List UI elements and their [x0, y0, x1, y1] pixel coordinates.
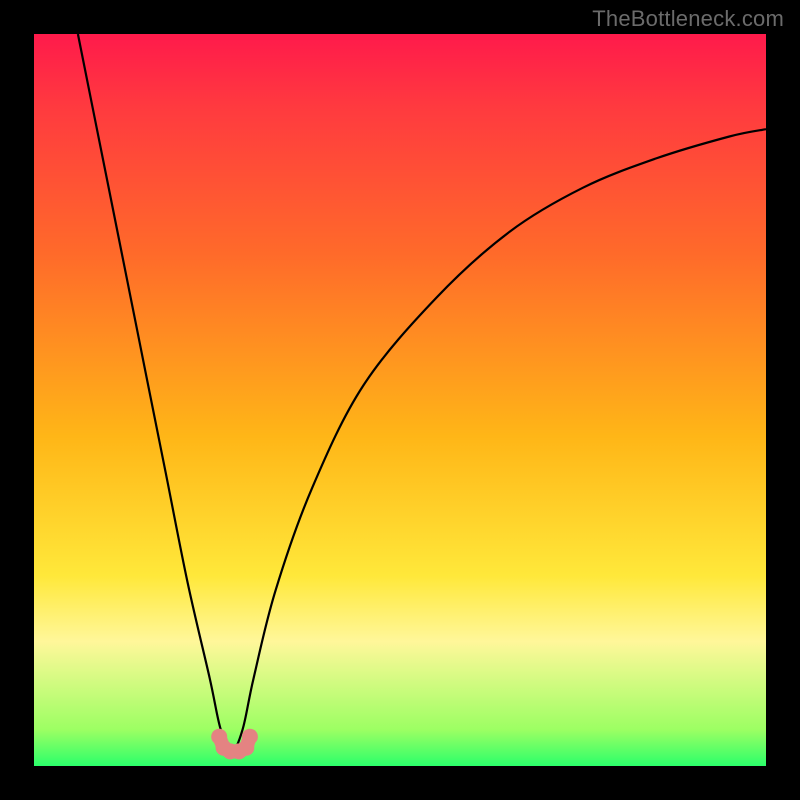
- watermark-label: TheBottleneck.com: [592, 6, 784, 32]
- bottleneck-curve: [78, 34, 766, 751]
- bump-dot: [242, 729, 258, 745]
- curve-svg: [34, 34, 766, 766]
- plot-area: [34, 34, 766, 766]
- chart-frame: TheBottleneck.com: [0, 0, 800, 800]
- min-bump-group: [211, 729, 258, 760]
